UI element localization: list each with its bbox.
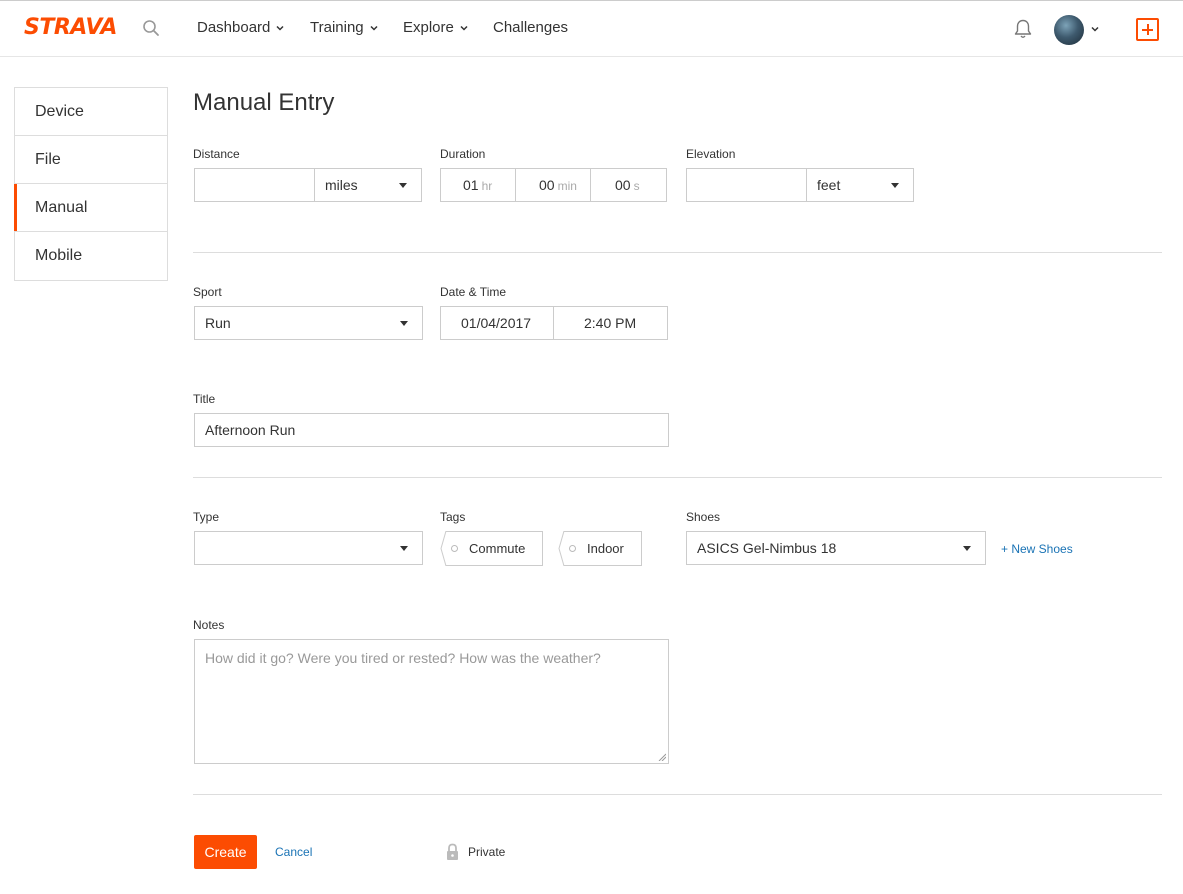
caret-down-icon	[400, 321, 408, 326]
elevation-unit-value: feet	[817, 177, 841, 193]
nav-explore[interactable]: Explore	[403, 19, 468, 36]
caret-down-icon	[963, 546, 971, 551]
distance-unit-value: miles	[325, 177, 358, 193]
type-label: Type	[193, 510, 220, 524]
private-label[interactable]: Private	[468, 845, 505, 859]
title-value: Afternoon Run	[205, 422, 296, 438]
strava-logo[interactable]: STRAVA	[24, 15, 117, 40]
tag-commute-label: Commute	[469, 541, 526, 556]
sidebar-item-file[interactable]: File	[15, 136, 167, 184]
chevron-down-icon	[276, 25, 284, 31]
distance-input[interactable]	[194, 168, 315, 202]
chevron-down-icon[interactable]	[1091, 25, 1099, 33]
nav-challenges-label: Challenges	[493, 19, 569, 36]
section-divider	[193, 252, 1162, 253]
upload-plus-icon[interactable]	[1136, 18, 1159, 41]
shoes-select[interactable]: ASICS Gel-Nimbus 18	[686, 531, 986, 565]
duration-seconds-value: 00	[615, 177, 631, 193]
time-input[interactable]: 2:40 PM	[553, 306, 668, 340]
caret-down-icon	[891, 183, 899, 188]
sport-label: Sport	[193, 285, 222, 299]
elevation-unit-select[interactable]: feet	[806, 168, 914, 202]
duration-hours-unit: hr	[481, 179, 493, 193]
search-icon[interactable]	[142, 19, 160, 37]
chevron-down-icon	[460, 25, 468, 31]
section-divider	[193, 794, 1162, 795]
nav-training-label: Training	[310, 19, 364, 36]
page-title: Manual Entry	[193, 89, 335, 116]
bell-icon[interactable]	[1013, 18, 1033, 40]
section-divider	[193, 477, 1162, 478]
upload-method-sidebar: Device File Manual Mobile	[14, 87, 168, 281]
duration-minutes-value: 00	[539, 177, 555, 193]
nav-dashboard[interactable]: Dashboard	[197, 19, 284, 36]
datetime-label: Date & Time	[440, 285, 507, 299]
avatar[interactable]	[1054, 15, 1084, 45]
title-label: Title	[193, 392, 216, 406]
notes-placeholder: How did it go? Were you tired or rested?…	[205, 650, 601, 666]
notes-textarea[interactable]: How did it go? Were you tired or rested?…	[194, 639, 669, 764]
caret-down-icon	[400, 546, 408, 551]
distance-unit-select[interactable]: miles	[314, 168, 422, 202]
cancel-link[interactable]: Cancel	[275, 845, 312, 859]
elevation-input[interactable]	[686, 168, 807, 202]
duration-seconds-unit: s	[633, 179, 640, 193]
tag-commute[interactable]: Commute	[440, 531, 543, 566]
tag-indoor-label: Indoor	[587, 541, 624, 556]
tag-dot-icon	[569, 545, 576, 552]
shoes-label: Shoes	[686, 510, 721, 524]
distance-label: Distance	[193, 147, 240, 161]
date-input[interactable]: 01/04/2017	[440, 306, 554, 340]
duration-minutes-input[interactable]: 00 min	[515, 168, 591, 202]
tag-dot-icon	[451, 545, 458, 552]
duration-hours-value: 01	[463, 177, 479, 193]
tags-label: Tags	[440, 510, 466, 524]
date-value: 01/04/2017	[461, 315, 532, 331]
nav-training[interactable]: Training	[310, 19, 378, 36]
sidebar-item-manual[interactable]: Manual	[14, 184, 167, 232]
new-shoes-link[interactable]: + New Shoes	[1001, 542, 1073, 556]
sidebar-item-device[interactable]: Device	[15, 88, 167, 136]
type-select[interactable]	[194, 531, 423, 565]
duration-label: Duration	[440, 147, 486, 161]
tag-indoor[interactable]: Indoor	[558, 531, 642, 566]
time-value: 2:40 PM	[584, 315, 637, 331]
title-input[interactable]: Afternoon Run	[194, 413, 669, 447]
duration-seconds-input[interactable]: 00 s	[590, 168, 667, 202]
chevron-down-icon	[370, 25, 378, 31]
resize-grip-icon[interactable]	[658, 753, 666, 761]
nav-explore-label: Explore	[403, 19, 454, 36]
sport-value: Run	[205, 315, 231, 331]
nav-dashboard-label: Dashboard	[197, 19, 271, 36]
nav-challenges[interactable]: Challenges	[493, 19, 568, 36]
sidebar-item-mobile[interactable]: Mobile	[15, 232, 167, 280]
elevation-label: Elevation	[686, 147, 736, 161]
caret-down-icon	[399, 183, 407, 188]
duration-hours-input[interactable]: 01 hr	[440, 168, 516, 202]
duration-minutes-unit: min	[557, 179, 577, 193]
create-button[interactable]: Create	[194, 835, 257, 869]
notes-label: Notes	[193, 618, 225, 632]
lock-icon[interactable]	[446, 843, 459, 861]
top-navbar: STRAVA Dashboard Training Explore Challe…	[0, 0, 1183, 57]
sport-select[interactable]: Run	[194, 306, 423, 340]
shoes-value: ASICS Gel-Nimbus 18	[697, 540, 837, 556]
